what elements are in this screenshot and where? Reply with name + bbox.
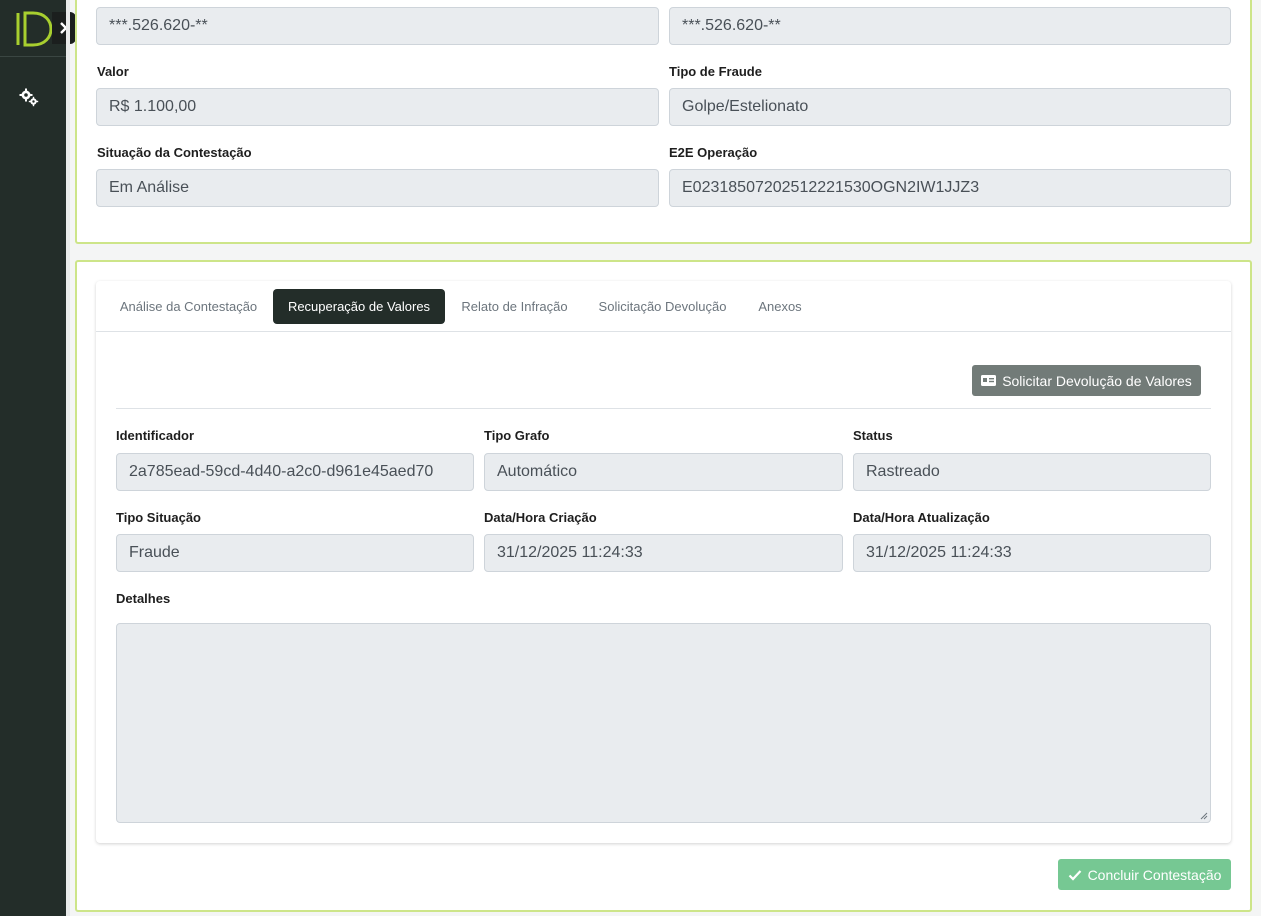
masked-document-left-field: ***.526.620-** — [96, 7, 659, 45]
solicitar-devolucao-label: Solicitar Devolução de Valores — [1002, 372, 1192, 389]
solicitar-devolucao-button[interactable]: Solicitar Devolução de Valores — [972, 365, 1201, 396]
detalhes-label: Detalhes — [116, 591, 171, 606]
situacao-field: Em Análise — [96, 169, 659, 207]
tipo-situacao-label: Tipo Situação — [116, 510, 201, 525]
sidebar-divider — [0, 56, 66, 57]
identificador-label: Identificador — [116, 428, 195, 443]
valor-field: R$ 1.100,00 — [96, 88, 659, 126]
tipo-fraude-label: Tipo de Fraude — [669, 64, 762, 79]
data-criacao-label: Data/Hora Criação — [484, 510, 597, 525]
detalhes-textarea[interactable] — [116, 623, 1211, 823]
e2e-field: E02318507202512221530OGN2IW1JJZ3 — [669, 169, 1231, 207]
concluir-contestacao-label: Concluir Contestação — [1087, 866, 1222, 883]
tab-analise-contestacao[interactable]: Análise da Contestação — [110, 289, 267, 324]
tab-relato-infracao[interactable]: Relato de Infração — [452, 289, 577, 324]
tipo-grafo-label: Tipo Grafo — [484, 428, 550, 443]
sidebar-toggle-button[interactable] — [52, 12, 76, 44]
tipo-fraude-field: Golpe/Estelionato — [669, 88, 1231, 126]
tipo-situacao-field: Fraude — [116, 534, 474, 572]
identificador-field: 2a785ead-59cd-4d40-a2c0-d961e45aed70 — [116, 453, 474, 491]
status-field: Rastreado — [853, 453, 1211, 491]
tab-bar: Análise da Contestação Recuperação de Va… — [96, 281, 1231, 332]
data-criacao-field: 31/12/2025 11:24:33 — [484, 534, 843, 572]
tipo-grafo-field: Automático — [484, 453, 843, 491]
data-atualizacao-field: 31/12/2025 11:24:33 — [853, 534, 1211, 572]
situacao-label: Situação da Contestação — [97, 145, 252, 160]
e2e-label: E2E Operação — [669, 145, 758, 160]
tab-recuperacao-valores[interactable]: Recuperação de Valores — [273, 289, 445, 324]
gears-icon[interactable] — [18, 86, 40, 108]
check-icon — [1068, 869, 1081, 881]
main-edge — [66, 0, 70, 916]
tab-solicitacao-devolucao[interactable]: Solicitação Devolução — [590, 289, 735, 324]
data-atualizacao-label: Data/Hora Atualização — [853, 510, 990, 525]
resize-grip-icon[interactable] — [1200, 812, 1208, 820]
tab-anexos[interactable]: Anexos — [748, 289, 812, 324]
masked-document-right-field: ***.526.620-** — [669, 7, 1231, 45]
logo-icon — [16, 11, 53, 47]
status-label: Status — [853, 428, 893, 443]
sidebar — [0, 0, 76, 916]
section-divider — [116, 408, 1211, 409]
valor-label: Valor — [97, 64, 129, 79]
concluir-contestacao-button[interactable]: Concluir Contestação — [1058, 859, 1231, 890]
id-card-icon — [981, 375, 997, 386]
